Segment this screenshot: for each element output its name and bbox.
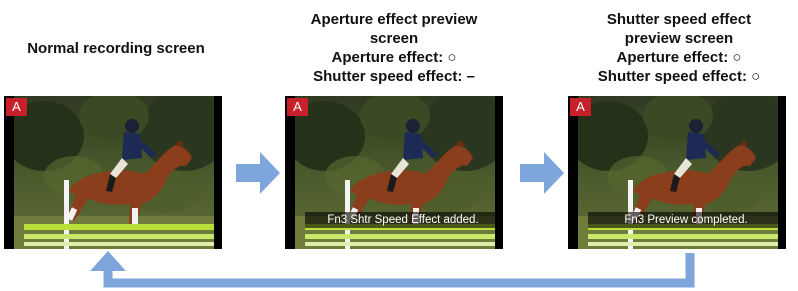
screen-shutter-preview: A Fn3 Preview completed. [568, 96, 786, 249]
preview-status-message: Fn3 Preview completed. [588, 212, 784, 228]
caption-line: Shutter speed effect: – [313, 68, 475, 85]
camera-mode-a-icon: A [570, 98, 591, 116]
caption-line: Shutter speed effect [606, 11, 752, 28]
caption-line: Normal recording screen [27, 40, 205, 57]
right-arrow-icon [520, 152, 564, 194]
camera-mode-a-icon: A [6, 98, 27, 116]
caption-line: screen [369, 30, 419, 47]
caption-line: Aperture effect preview [310, 11, 478, 28]
caption-aperture-preview: Aperture effect preview screen Aperture … [274, 10, 514, 86]
screen-normal-recording: A [4, 96, 222, 249]
caption-line: Aperture effect: ○ [616, 49, 742, 66]
caption-normal-recording: Normal recording screen [0, 39, 232, 58]
camera-mode-a-icon: A [287, 98, 308, 116]
horse-jump-photo [14, 96, 214, 249]
screen-aperture-preview: A Fn3 Shtr Speed Effect added. [285, 96, 503, 249]
caption-line: Shutter speed effect: ○ [597, 68, 761, 85]
caption-shutter-preview: Shutter speed effect preview screen Aper… [560, 10, 798, 86]
caption-line: Aperture effect: ○ [331, 49, 457, 66]
preview-status-message: Fn3 Shtr Speed Effect added. [305, 212, 501, 228]
right-arrow-icon [236, 152, 280, 194]
caption-line: preview screen [624, 30, 734, 47]
return-arrow-icon [90, 251, 695, 288]
